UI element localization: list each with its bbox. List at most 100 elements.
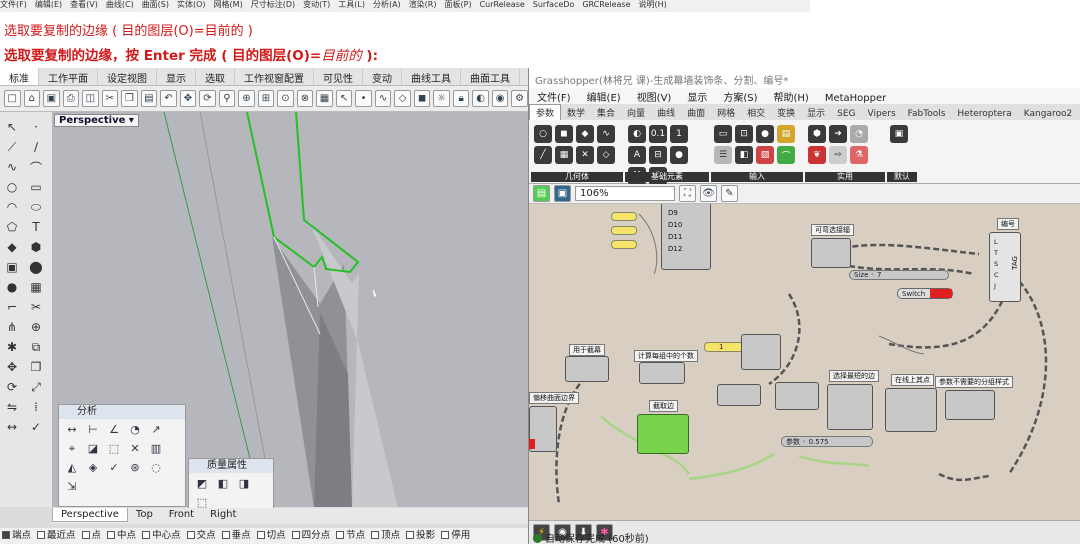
zoom-extents-icon[interactable]: ⊞ bbox=[257, 90, 275, 107]
copy-icon[interactable]: ❐ bbox=[121, 90, 138, 107]
top-menu-item[interactable]: 工具(L) bbox=[338, 0, 365, 9]
top-menu-item[interactable]: 渲染(R) bbox=[409, 0, 437, 9]
zoom-fit-icon[interactable]: ⛶ bbox=[679, 185, 696, 202]
layer-option[interactable]: 目前的 bbox=[321, 48, 362, 64]
rhino-tab[interactable]: 设定视图 bbox=[98, 68, 157, 85]
rotate-icon[interactable]: ⟳ bbox=[3, 378, 21, 396]
brep-param-icon[interactable]: ◆ bbox=[576, 125, 594, 143]
snap-checkbox[interactable] bbox=[2, 531, 10, 539]
point-param-icon[interactable]: ✕ bbox=[576, 146, 594, 164]
area-icon[interactable]: ◪ bbox=[84, 442, 102, 458]
snap-checkbox[interactable] bbox=[336, 531, 345, 539]
gh-tab[interactable]: Heteroptera bbox=[951, 108, 1017, 120]
top-menu-item[interactable]: 文件(F) bbox=[0, 0, 27, 9]
draft-icon[interactable]: ◭ bbox=[63, 461, 81, 477]
zoom-dropdown[interactable]: 106% bbox=[575, 186, 675, 201]
scale-icon[interactable]: ⤢ bbox=[27, 378, 45, 396]
gh-menu-item[interactable]: 帮助(H) bbox=[766, 88, 817, 105]
top-menu-item[interactable]: GRCRelease bbox=[582, 0, 630, 9]
curve-param-icon[interactable]: ∿ bbox=[597, 125, 615, 143]
rhino-tab[interactable]: 实体工具 bbox=[520, 68, 528, 85]
viewport-tab[interactable]: Front bbox=[161, 508, 202, 521]
snap-12[interactable]: 停用 bbox=[441, 530, 470, 541]
top-menu-item[interactable]: 网格(M) bbox=[214, 0, 243, 9]
sphere-icon[interactable]: ● bbox=[3, 278, 21, 296]
size-slider[interactable]: Size ◦ 7 bbox=[849, 270, 949, 280]
top-menu-item[interactable]: 说明(H) bbox=[639, 0, 667, 9]
grasshopper-canvas[interactable]: D9 D10 D11 D12 可弯选接辐 Size ◦ 7 Switch 编号 … bbox=[529, 204, 1080, 520]
top-menu-item[interactable]: CurRelease bbox=[480, 0, 525, 9]
cylinder-icon[interactable]: ⬤ bbox=[27, 258, 45, 276]
extract-edge-node[interactable] bbox=[637, 414, 689, 454]
top-menu-item[interactable]: 尺寸标注(D) bbox=[251, 0, 295, 9]
point-icon[interactable]: · bbox=[27, 118, 45, 136]
arc-icon[interactable]: ◠ bbox=[3, 198, 21, 216]
volume-centroid-icon[interactable]: ◨ bbox=[235, 477, 253, 493]
hide-icon[interactable]: ◌ bbox=[147, 461, 165, 477]
curve-icon[interactable]: ∿ bbox=[3, 158, 21, 176]
snap-checkbox[interactable] bbox=[81, 531, 90, 539]
curvature-icon[interactable]: ↗ bbox=[147, 423, 165, 439]
gh-tab[interactable]: 网格 bbox=[711, 105, 741, 120]
cut-icon[interactable]: ✂ bbox=[101, 90, 119, 107]
zoom-window-icon[interactable]: ⊕ bbox=[238, 90, 255, 107]
check-icon[interactable]: ✓ bbox=[105, 461, 123, 477]
light-icon[interactable]: ☼ bbox=[433, 90, 450, 107]
gh-tab[interactable]: 集合 bbox=[591, 105, 621, 120]
bake-icon[interactable]: ◔ bbox=[850, 125, 868, 143]
zebra-icon[interactable]: ▥ bbox=[147, 442, 165, 458]
eval-curve-node[interactable] bbox=[885, 388, 937, 432]
select-icon[interactable]: ↖ bbox=[335, 90, 353, 107]
gh-tab[interactable]: 相交 bbox=[741, 105, 771, 120]
array-icon[interactable]: ⁞ bbox=[27, 398, 45, 416]
yellow-panel-1[interactable] bbox=[611, 212, 637, 221]
cherry-icon[interactable]: ❦ bbox=[808, 146, 826, 164]
cluster-icon[interactable]: ⬢ bbox=[808, 125, 826, 143]
paste-icon[interactable]: ▤ bbox=[140, 90, 158, 107]
panel-icon[interactable]: ▤ bbox=[777, 125, 795, 143]
gradient-icon[interactable]: ▧ bbox=[756, 146, 774, 164]
snap-checkbox[interactable] bbox=[371, 531, 380, 539]
top-menu-item[interactable]: 曲线(C) bbox=[106, 0, 134, 9]
flask-icon[interactable]: ⚗ bbox=[850, 146, 868, 164]
top-menu-item[interactable]: 分析(A) bbox=[373, 0, 401, 9]
polyline-icon[interactable]: ⟋ bbox=[3, 138, 21, 156]
color-analysis-icon[interactable]: ◈ bbox=[84, 461, 102, 477]
snap-checkbox[interactable] bbox=[291, 531, 300, 539]
point-eval-icon[interactable]: ⌖ bbox=[63, 442, 81, 458]
list-item-node-2[interactable] bbox=[827, 384, 873, 430]
box-param-icon[interactable]: ◼ bbox=[555, 125, 573, 143]
viewport-tab[interactable]: Top bbox=[128, 508, 161, 521]
gh-menu-item[interactable]: 文件(F) bbox=[529, 88, 579, 105]
top-menu-item[interactable]: 面板(P) bbox=[445, 0, 472, 9]
area-centroid-icon[interactable]: ◩ bbox=[193, 477, 211, 493]
list-item-node[interactable]: D9 D10 D11 D12 bbox=[661, 204, 711, 270]
default-param-icon[interactable]: ▣ bbox=[890, 125, 908, 143]
print-icon[interactable]: ⎙ bbox=[62, 90, 80, 107]
explode-icon[interactable]: ✱ bbox=[3, 338, 21, 356]
gh-tab[interactable]: Kangaroo2 bbox=[1018, 108, 1078, 120]
line-icon[interactable]: ∕ bbox=[27, 138, 45, 156]
options-icon[interactable]: ⚙ bbox=[511, 90, 528, 107]
parameter-slider[interactable]: 参数 ◦ 0.575 bbox=[781, 436, 873, 447]
snap-8[interactable]: 四分点 bbox=[291, 530, 330, 541]
gh-tab[interactable]: SEG bbox=[831, 108, 861, 120]
split-icon[interactable]: ⋔ bbox=[3, 318, 21, 336]
open-file-icon[interactable]: ⌂ bbox=[23, 90, 41, 107]
snap-checkbox[interactable] bbox=[441, 531, 450, 539]
snap-9[interactable]: 节点 bbox=[336, 530, 365, 541]
switch-toggle[interactable]: Switch bbox=[897, 288, 953, 299]
rhino-tab[interactable]: 显示 bbox=[157, 68, 196, 85]
yellow-panel-2[interactable] bbox=[611, 226, 637, 235]
snap-0[interactable]: 端点 bbox=[2, 530, 31, 541]
snap-7[interactable]: 切点 bbox=[256, 530, 286, 541]
area-moments-icon[interactable]: ◧ bbox=[214, 477, 232, 493]
circle-param-icon[interactable]: ○ bbox=[534, 125, 552, 143]
render-icon[interactable]: ◉ bbox=[491, 90, 509, 107]
surface-icon[interactable]: ◇ bbox=[394, 90, 411, 107]
dims-icon[interactable]: ⇲ bbox=[63, 480, 81, 496]
lock-icon[interactable]: 🔒︎ bbox=[452, 90, 470, 107]
rhino-tab[interactable]: 曲线工具 bbox=[402, 68, 461, 85]
ellipse-icon[interactable]: ⬭ bbox=[27, 198, 45, 216]
text-param-icon[interactable]: A bbox=[628, 146, 646, 164]
